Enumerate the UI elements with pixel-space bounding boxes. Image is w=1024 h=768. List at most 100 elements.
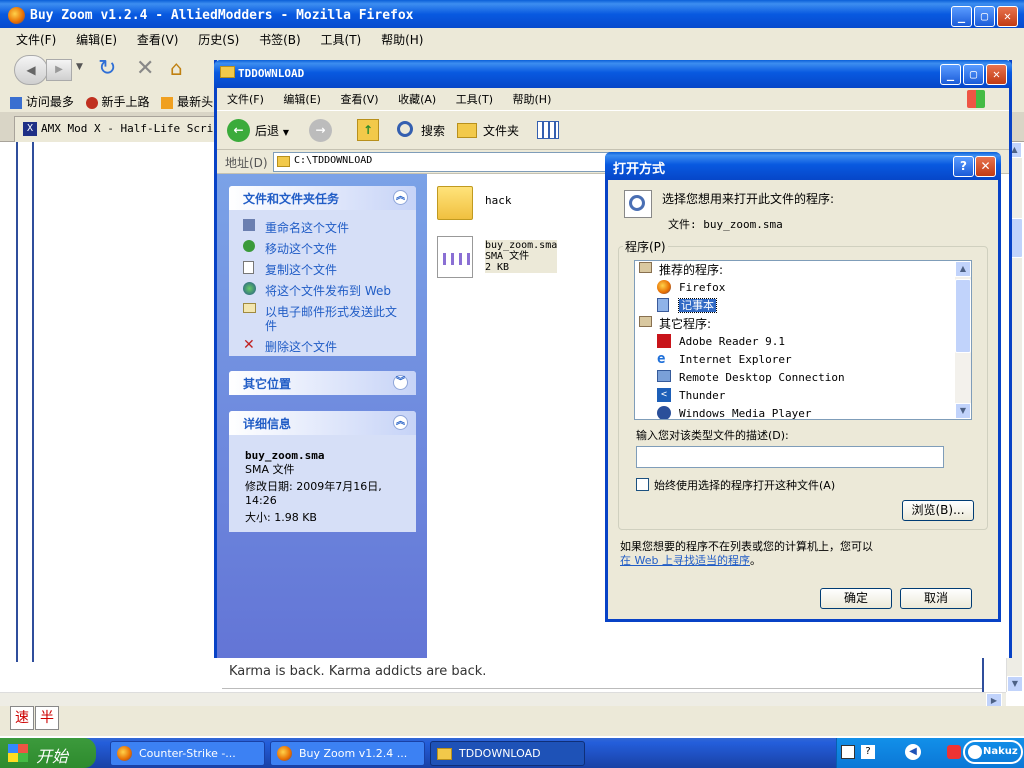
help-icon[interactable]: ? [861,745,875,759]
cancel-button[interactable]: 取消 [900,588,972,609]
collapse-chevron-icon[interactable]: ︽ [393,190,408,205]
page-left-frame-2 [32,142,34,662]
address-input[interactable]: C:\TDDOWNLOAD [273,152,653,172]
ime-icon[interactable] [841,745,855,759]
task-delete[interactable]: ✕ 删除这个文件 [229,338,416,356]
start-button[interactable]: 开始 [0,738,96,768]
find-program-web-link[interactable]: 在 Web 上寻找适当的程序 [620,554,750,567]
ex-menu-edit[interactable]: 编辑(E) [283,93,321,106]
tray-app-icon[interactable] [947,745,961,759]
ff-stop-icon[interactable]: ✕ [136,56,154,81]
ff-menu-bookmarks[interactable]: 书签(B) [259,33,301,47]
dialog-titlebar[interactable]: 打开方式 ? ✕ [605,152,1001,180]
program-adobe-reader[interactable]: Adobe Reader 9.1 [635,333,971,351]
bookmark-most-visited[interactable]: 访问最多 [10,95,74,109]
recommended-group[interactable]: 推荐的程序: [635,261,971,279]
scroll-down-arrow-icon[interactable]: ▼ [1007,676,1023,692]
page-body-text: Karma is back. Karma addicts are back. [229,664,487,679]
ff-menu-edit[interactable]: 编辑(E) [76,33,117,47]
ff-menu-help[interactable]: 帮助(H) [381,33,423,47]
folder-icon [437,748,452,760]
file-item-hack[interactable]: hack [437,184,557,224]
ex-forward-button[interactable]: → [309,119,332,142]
delete-x-icon: ✕ [243,337,255,353]
program-thunder[interactable]: < Thunder [635,387,971,405]
explorer-maximize-button[interactable]: ▢ [963,64,984,85]
ff-home-icon[interactable]: ⌂ [170,56,183,80]
programs-folder-icon [639,262,652,273]
details-header[interactable]: 详细信息 ︽ [229,411,416,435]
always-use-checkbox[interactable] [636,478,649,491]
task-copy[interactable]: 复制这个文件 [229,261,416,279]
description-input[interactable] [636,446,944,468]
firefox-minimize-button[interactable]: _ [951,6,972,27]
programs-list[interactable]: 推荐的程序: Firefox 记事本 其它程序: Adobe Reader 9.… [634,260,972,420]
dialog-prompt: 选择您想用来打开此文件的程序: [662,192,835,206]
ff-history-dropdown-icon[interactable]: ▼ [76,62,83,72]
explorer-title: TDDOWNLOAD [238,67,305,80]
file-item-buy-zoom[interactable]: buy_zoom.sma SMA 文件 2 KB [437,234,569,280]
ex-up-folder-icon[interactable]: ↑ [357,119,379,141]
ex-menu-tools[interactable]: 工具(T) [456,93,493,106]
explorer-close-button[interactable]: ✕ [986,64,1007,85]
collapse-chevron-icon[interactable]: ︽ [393,415,408,430]
explorer-titlebar[interactable]: TDDOWNLOAD _ ▢ ✕ [214,60,1012,88]
ff-menu-view[interactable]: 查看(V) [137,33,179,47]
ff-reload-icon[interactable]: ↻ [98,56,116,81]
scroll-down-arrow-icon[interactable]: ▼ [955,403,971,419]
ex-search-button[interactable]: 搜索 [395,119,445,143]
ex-menu-file[interactable]: 文件(F) [227,93,264,106]
browse-button[interactable]: 浏览(B)... [902,500,974,521]
dialog-help-button[interactable]: ? [953,156,974,177]
folder-icon [220,66,235,78]
file-tasks-header[interactable]: 文件和文件夹任务 ︽ [229,186,416,210]
firefox-icon [117,746,132,761]
task-move[interactable]: 移动这个文件 [229,240,416,258]
task-email[interactable]: 以电子邮件形式发送此文件 [229,303,416,335]
task-rename[interactable]: 重命名这个文件 [229,219,416,237]
ff-forward-button[interactable]: ▶ [46,59,72,81]
taskbar-tddownload[interactable]: TDDOWNLOAD [430,741,585,766]
dialog-close-button[interactable]: ✕ [975,156,996,177]
program-firefox[interactable]: Firefox [635,279,971,297]
taskbar-counter-strike[interactable]: Counter-Strike -... [110,741,265,766]
ex-menu-favorites[interactable]: 收藏(A) [398,93,436,106]
ok-button[interactable]: 确定 [820,588,892,609]
program-windows-media-player[interactable]: Windows Media Player [635,405,971,419]
ff-menu-file[interactable]: 文件(F) [16,33,56,47]
ff-menu-history[interactable]: 历史(S) [198,33,239,47]
explorer-minimize-button[interactable]: _ [940,64,961,85]
status-half-button[interactable]: 半 [35,706,59,730]
tray-badge[interactable]: Nakuz [963,740,1023,764]
taskbar-buy-zoom[interactable]: Buy Zoom v1.2.4 ... [270,741,425,766]
file-size: 2 KB [485,262,510,273]
programs-scrollbar[interactable]: ▲ ▼ [955,261,971,419]
expand-chevron-icon[interactable]: ︾ [393,375,408,390]
email-icon [243,303,256,313]
tray-arrow-icon[interactable]: ◀ [905,744,921,760]
ex-folders-button[interactable]: 文件夹 [457,119,519,143]
other-places-header[interactable]: 其它位置 ︾ [229,371,416,395]
scroll-up-arrow-icon[interactable]: ▲ [955,261,971,277]
ex-menu-help[interactable]: 帮助(H) [513,93,552,106]
status-speed-button[interactable]: 速 [10,706,34,730]
ex-menu-view[interactable]: 查看(V) [340,93,378,106]
bookmark-latest-headlines[interactable]: 最新头 [161,95,213,109]
firefox-maximize-button[interactable]: ▢ [974,6,995,27]
ff-menu-tools[interactable]: 工具(T) [321,33,362,47]
dialog-title: 打开方式 [613,162,666,177]
program-remote-desktop[interactable]: Remote Desktop Connection [635,369,971,387]
program-notepad[interactable]: 记事本 [635,297,971,315]
other-programs-group[interactable]: 其它程序: [635,315,971,333]
program-internet-explorer[interactable]: e Internet Explorer [635,351,971,369]
firefox-close-button[interactable]: ✕ [997,6,1018,27]
rename-icon [243,219,255,231]
ff-tab-amxmodx[interactable]: X AMX Mod X - Half-Life Scripting [14,116,224,142]
ff-back-button[interactable]: ◀ [14,55,48,85]
task-publish-web[interactable]: 将这个文件发布到 Web [229,282,416,300]
rss-icon [161,96,174,109]
bookmark-getting-started[interactable]: 新手上路 [85,95,150,109]
ex-views-icon[interactable] [537,121,559,139]
scroll-thumb[interactable] [955,279,971,353]
ex-back-button[interactable]: ← 后退 ▼ [227,119,289,143]
